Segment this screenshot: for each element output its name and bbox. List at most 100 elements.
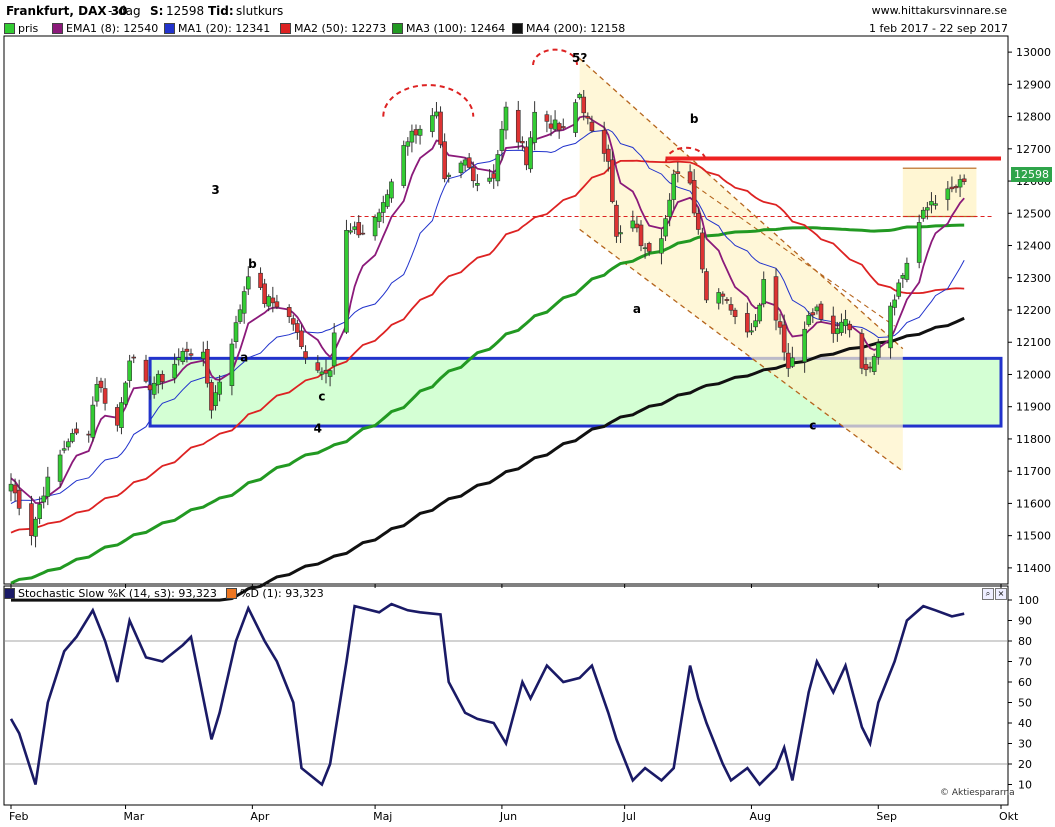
candle-body — [16, 489, 22, 509]
candle-body — [892, 299, 897, 308]
candle-body — [724, 299, 730, 301]
x-tick-label: Sep — [876, 810, 897, 823]
candle-body — [785, 352, 791, 369]
stoch-y-tick-label: 30 — [1018, 738, 1032, 751]
candle-body — [745, 313, 750, 333]
candle-body — [458, 162, 464, 173]
x-tick-label: Feb — [9, 810, 28, 823]
candle-body — [323, 369, 329, 374]
candle-body — [389, 181, 394, 199]
candle-body — [315, 362, 321, 371]
candle-body — [614, 204, 619, 237]
x-tick-label: Aug — [749, 810, 770, 823]
stoch-y-tick-label: 50 — [1018, 697, 1032, 710]
candle-body — [589, 121, 595, 132]
candle-body — [929, 201, 934, 206]
candle-body — [560, 126, 566, 129]
candle-body — [528, 137, 533, 170]
candle-body — [859, 333, 865, 369]
candle-body — [642, 247, 648, 250]
candle-body — [200, 351, 206, 359]
candle-body — [131, 356, 137, 359]
candle-body — [753, 320, 758, 328]
candle-body — [65, 441, 71, 448]
candle-body — [233, 322, 239, 342]
candle-body — [573, 102, 578, 133]
candle-body — [438, 111, 443, 145]
candle-body — [601, 129, 607, 154]
magnify-icon[interactable]: ⌕ — [982, 588, 994, 600]
candle-body — [548, 123, 554, 129]
price-y-tick-label: 11800 — [1016, 433, 1051, 446]
close-icon[interactable]: × — [995, 588, 1007, 600]
wave-label: 3 — [211, 183, 219, 197]
candle-body — [704, 271, 709, 301]
candle-body — [245, 276, 251, 290]
price-y-tick-label: 11700 — [1016, 465, 1051, 478]
candle-body — [790, 357, 795, 367]
candle-body — [417, 128, 423, 136]
stoch-y-tick-label: 20 — [1018, 758, 1032, 771]
candle-body — [818, 303, 824, 320]
candle-body — [61, 448, 67, 451]
candle-body — [286, 307, 292, 318]
candle-body — [209, 382, 214, 411]
candle-body — [319, 371, 325, 375]
legend-label: %D (1): 93,323 — [240, 587, 324, 600]
candle-body — [434, 111, 439, 117]
candle-body — [74, 428, 79, 434]
stoch-y-tick-label: 70 — [1018, 656, 1032, 669]
candle-body — [634, 223, 640, 229]
x-tick-label: Okt — [999, 810, 1019, 823]
stoch-pane-frame — [3, 585, 1009, 806]
stoch-y-tick-label: 10 — [1018, 779, 1032, 792]
candle-body — [544, 114, 550, 122]
stoch-y-tick-label: 40 — [1018, 717, 1032, 730]
candle-body — [446, 174, 452, 177]
candle-body — [241, 291, 247, 314]
candle-body — [520, 140, 525, 144]
wave-label: 5? — [572, 51, 587, 65]
stoch-y-tick-label: 80 — [1018, 635, 1032, 648]
x-tick-label: Apr — [250, 810, 270, 823]
candle-body — [524, 146, 529, 166]
candle-body — [556, 123, 562, 131]
last-price-tag: 12598 — [1011, 167, 1052, 182]
candle-body — [728, 304, 734, 311]
candle-body — [299, 330, 304, 348]
candle-body — [863, 364, 869, 370]
candle-body — [180, 351, 186, 363]
candle-body — [90, 404, 96, 438]
candle-body — [401, 145, 407, 186]
wave-label: c — [809, 418, 816, 432]
candle-body — [843, 319, 848, 327]
candle-body — [888, 305, 893, 349]
stoch-y-tick-label: 60 — [1018, 676, 1032, 689]
wave-label: b — [248, 257, 257, 271]
candle-body — [102, 388, 108, 404]
candle-body — [147, 384, 153, 391]
wave-label: b — [690, 112, 699, 126]
candle-body — [552, 119, 558, 130]
candle-body — [430, 115, 435, 132]
candle-body — [405, 141, 411, 147]
candle-body — [945, 188, 951, 200]
candle-body — [348, 230, 353, 233]
candle-body — [814, 306, 820, 312]
candle-body — [229, 343, 235, 386]
candle-body — [86, 433, 92, 436]
candle-body — [8, 483, 14, 492]
candle-body — [258, 272, 263, 288]
candle-body — [871, 356, 877, 372]
candle-body — [352, 226, 357, 230]
price-y-tick-label: 11500 — [1016, 530, 1051, 543]
candle-body — [331, 332, 337, 367]
price-y-tick-label: 12200 — [1016, 304, 1051, 317]
legend-swatch-stoch-d — [226, 588, 237, 599]
candle-body — [413, 129, 419, 136]
x-tick-label: Mar — [124, 810, 145, 823]
candle-body — [920, 209, 926, 219]
candle-body — [237, 309, 243, 322]
candle-body — [12, 484, 18, 494]
candle-body — [487, 177, 492, 182]
